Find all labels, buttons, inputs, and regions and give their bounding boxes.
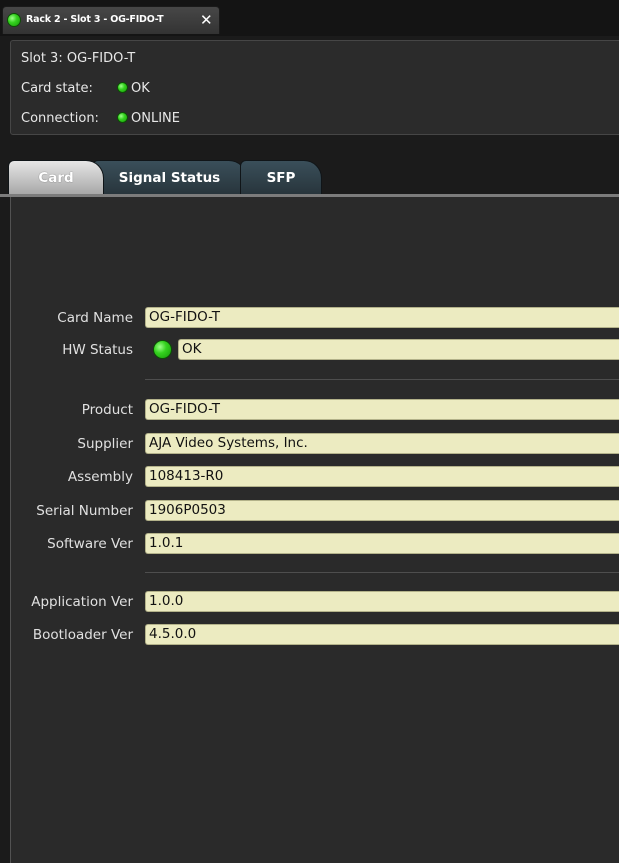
connection-led-icon xyxy=(117,112,128,123)
window-tab-strip: Rack 2 - Slot 3 - OG-FIDO-T ✕ xyxy=(0,0,619,36)
card-state-row: Card state: OK xyxy=(21,81,150,96)
tab-sfp[interactable]: SFP xyxy=(240,160,322,194)
slot-title: Slot 3: OG-FIDO-T xyxy=(21,51,136,66)
hw-status-field: OK xyxy=(178,339,619,360)
card-info-box: Slot 3: OG-FIDO-T Card state: OK Connecti… xyxy=(10,40,619,135)
connection-label: Connection: xyxy=(21,111,99,126)
card-name-field[interactable]: OG-FIDO-T xyxy=(145,307,619,328)
hw-status-label: HW Status xyxy=(62,342,133,358)
assembly-label: Assembly xyxy=(67,469,133,485)
product-field[interactable]: OG-FIDO-T xyxy=(145,399,619,420)
status-led-icon xyxy=(7,13,21,27)
tab-underline xyxy=(0,194,619,197)
card-panel xyxy=(10,197,619,863)
software-ver-label: Software Ver xyxy=(47,536,133,552)
bootloader-ver-label: Bootloader Ver xyxy=(32,627,133,643)
application-ver-label: Application Ver xyxy=(31,594,133,610)
card-state-value: OK xyxy=(131,81,150,96)
connection-value: ONLINE xyxy=(131,111,180,126)
application-ver-field[interactable]: 1.0.0 xyxy=(145,591,619,612)
card-state-label: Card state: xyxy=(21,81,93,96)
window-tab-title: Rack 2 - Slot 3 - OG-FIDO-T xyxy=(26,14,164,25)
supplier-field[interactable]: AJA Video Systems, Inc. xyxy=(145,433,619,454)
serial-number-field[interactable]: 1906P0503 xyxy=(145,500,619,521)
bootloader-ver-field[interactable]: 4.5.0.0 xyxy=(145,624,619,645)
close-icon[interactable]: ✕ xyxy=(200,10,213,30)
serial-number-label: Serial Number xyxy=(36,503,133,519)
section-divider xyxy=(145,379,619,380)
assembly-field[interactable]: 108413-R0 xyxy=(145,466,619,487)
product-label: Product xyxy=(81,402,133,418)
section-divider xyxy=(145,572,619,573)
card-state-led-icon xyxy=(117,82,128,93)
software-ver-field[interactable]: 1.0.1 xyxy=(145,533,619,554)
hw-status-led-icon xyxy=(153,340,172,359)
tab-card[interactable]: Card xyxy=(8,160,104,194)
card-name-label: Card Name xyxy=(57,310,133,326)
window-tab[interactable]: Rack 2 - Slot 3 - OG-FIDO-T ✕ xyxy=(2,6,220,34)
connection-row: Connection: ONLINE xyxy=(21,111,180,126)
supplier-label: Supplier xyxy=(77,436,133,452)
tab-bar: Card Signal Status SFP xyxy=(0,156,619,196)
tab-signal-status[interactable]: Signal Status xyxy=(92,160,247,194)
